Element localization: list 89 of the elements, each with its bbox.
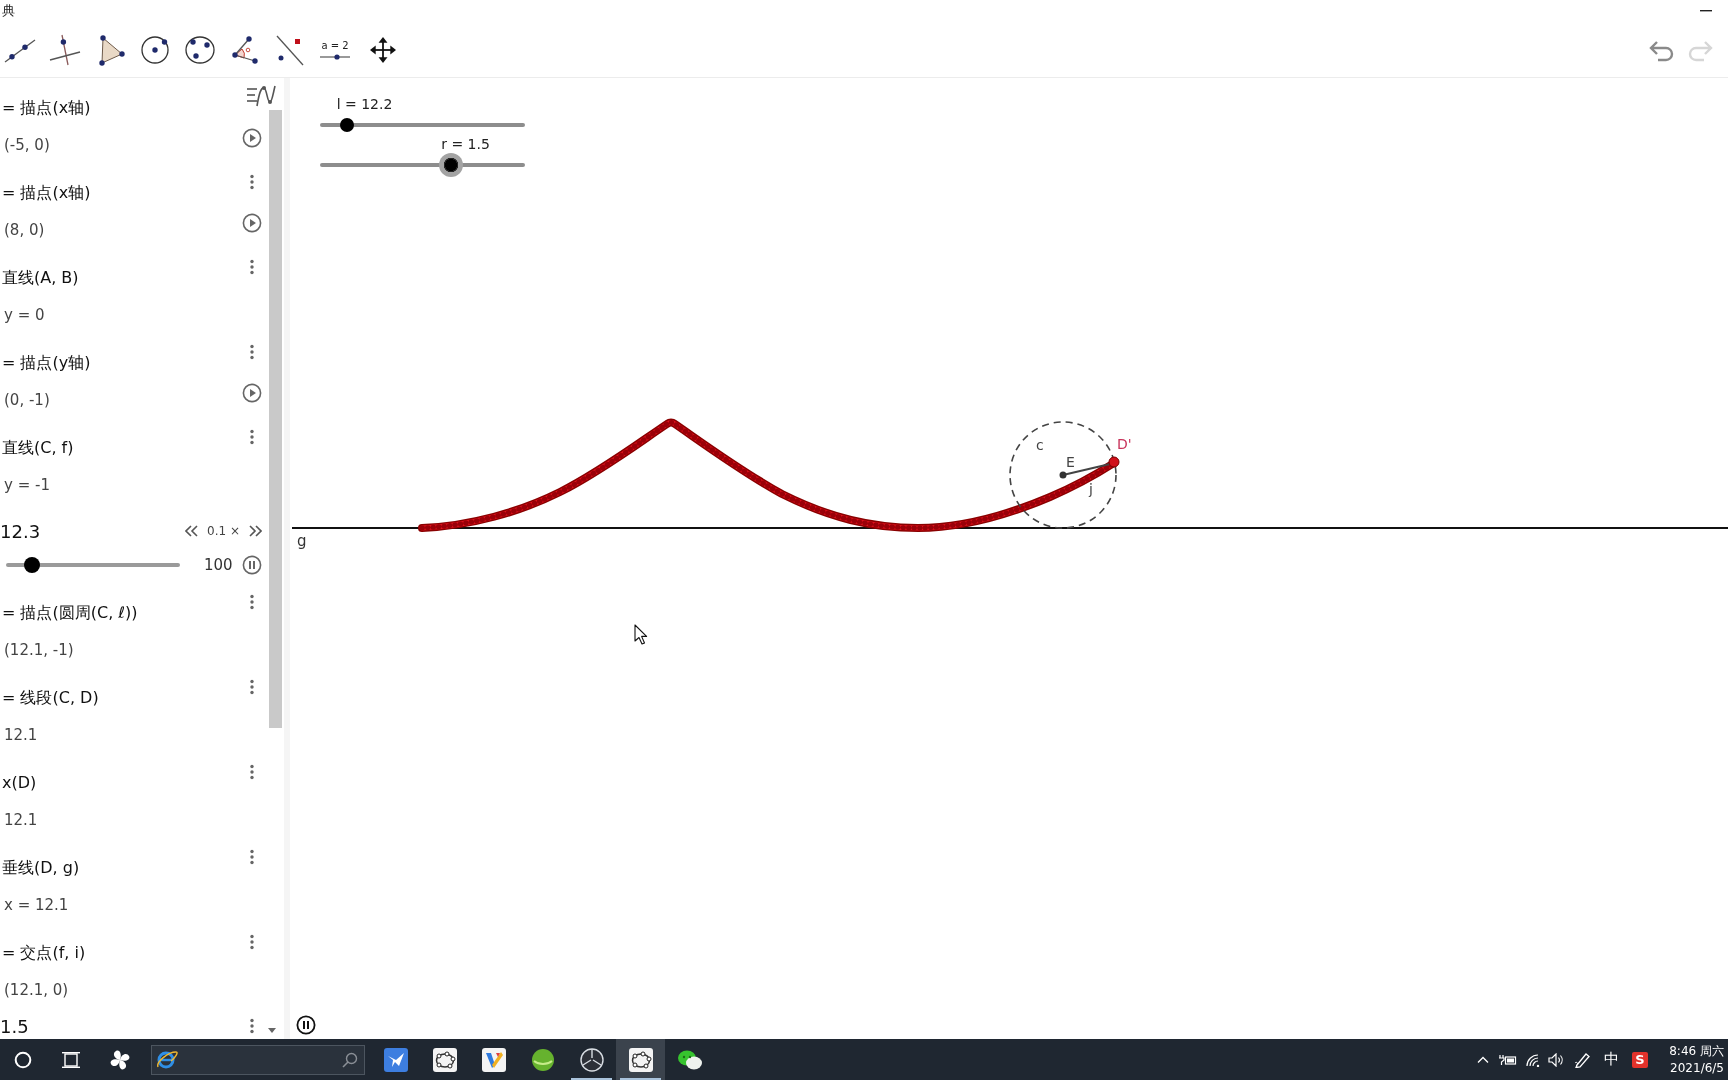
point-label: D' bbox=[1117, 436, 1132, 452]
more-options-icon[interactable] bbox=[249, 1018, 255, 1034]
slider-max-label: 100 bbox=[204, 556, 233, 574]
value-text: (0, -1) bbox=[3, 390, 51, 411]
chat-bubbles-icon bbox=[676, 1048, 703, 1071]
value-text: 12.1 bbox=[3, 725, 39, 746]
slider-value: 12.3 bbox=[0, 520, 41, 542]
definition-text: = 描点(x轴) bbox=[2, 97, 92, 119]
slider-icon bbox=[320, 53, 350, 60]
speaker-icon[interactable] bbox=[1548, 1052, 1564, 1067]
circle-label: c bbox=[1036, 437, 1044, 453]
sphere-icon bbox=[530, 1047, 555, 1072]
battery-icon[interactable] bbox=[1499, 1053, 1517, 1066]
play-icon[interactable] bbox=[242, 128, 262, 148]
pen-icon[interactable] bbox=[1574, 1051, 1592, 1068]
point-and-line-icon[interactable] bbox=[274, 33, 306, 66]
animation-speed-label[interactable]: 0.1 × bbox=[207, 524, 240, 538]
slider-label: r = 1.5 bbox=[441, 135, 490, 154]
move-arrows-icon[interactable] bbox=[370, 36, 396, 63]
slider-thumb[interactable] bbox=[339, 118, 354, 132]
more-options-icon[interactable] bbox=[249, 344, 255, 360]
value-text: (12.1, 0) bbox=[3, 980, 70, 1001]
point-label: E bbox=[1066, 454, 1075, 470]
lines-and-curve-icon[interactable] bbox=[246, 84, 276, 108]
value-text: 12.1 bbox=[3, 810, 39, 831]
value-text: (8, 0) bbox=[3, 220, 46, 241]
ring-icon[interactable] bbox=[14, 1050, 32, 1069]
three-spoke-circle-icon bbox=[579, 1047, 604, 1072]
mouse-pointer-icon bbox=[634, 624, 648, 645]
slider-tool-button[interactable]: a = 2 bbox=[319, 39, 351, 60]
definition-text: 直线(C, f) bbox=[2, 437, 75, 459]
play-icon[interactable] bbox=[242, 383, 262, 403]
perpendicular-lines-icon[interactable] bbox=[49, 33, 81, 66]
angle-icon[interactable] bbox=[229, 33, 261, 66]
more-options-icon[interactable] bbox=[249, 259, 255, 275]
scrollbar[interactable] bbox=[269, 110, 282, 728]
value-text: x = 12.1 bbox=[3, 895, 70, 916]
search-field[interactable] bbox=[151, 1044, 365, 1075]
definition-text: = 交点(f, i) bbox=[2, 942, 87, 964]
input-mode-label[interactable]: 中 bbox=[1603, 1050, 1619, 1069]
chevron-up-icon[interactable] bbox=[1477, 1056, 1489, 1063]
point-marker bbox=[1059, 471, 1067, 479]
line-label: g bbox=[297, 532, 307, 550]
bird-app-icon bbox=[383, 1047, 408, 1072]
segment-label: j bbox=[1089, 481, 1093, 497]
taskbar-app-button[interactable] bbox=[616, 1039, 665, 1080]
value-text: y = 0 bbox=[3, 305, 46, 326]
definition-text: = 描点(x轴) bbox=[2, 182, 92, 204]
more-options-icon[interactable] bbox=[249, 174, 255, 190]
wifi-icon[interactable] bbox=[1525, 1052, 1541, 1067]
app-tile-icon bbox=[481, 1047, 506, 1072]
ellipse-with-points-icon bbox=[628, 1047, 653, 1072]
value-text: (-5, 0) bbox=[3, 135, 51, 156]
value-text: y = -1 bbox=[3, 475, 51, 496]
point-marker bbox=[1108, 456, 1120, 468]
double-chevron-left-icon[interactable] bbox=[185, 525, 199, 537]
number-value: 1.5 bbox=[0, 1015, 30, 1037]
clock-date[interactable]: 2021/6/5 bbox=[1670, 1059, 1724, 1077]
slider-thumb[interactable] bbox=[24, 557, 41, 573]
definition-text: 垂线(D, g) bbox=[2, 857, 81, 879]
definition-text: = 描点(圆周(C, ℓ)) bbox=[2, 602, 139, 624]
search-icon[interactable] bbox=[342, 1051, 358, 1068]
definition-text: = 描点(y轴) bbox=[2, 352, 92, 374]
task-view-icon[interactable] bbox=[62, 1051, 80, 1068]
more-options-icon[interactable] bbox=[249, 934, 255, 950]
pause-icon[interactable] bbox=[296, 1015, 316, 1035]
more-options-icon[interactable] bbox=[249, 679, 255, 695]
double-chevron-right-icon[interactable] bbox=[249, 525, 262, 537]
more-options-icon[interactable] bbox=[249, 429, 255, 445]
window-title: 典 bbox=[2, 3, 15, 19]
circle-with-center-icon[interactable] bbox=[139, 33, 171, 66]
slider-label: l = 12.2 bbox=[336, 95, 393, 114]
slider-thumb[interactable] bbox=[439, 153, 464, 177]
pinwheel-icon[interactable] bbox=[109, 1048, 131, 1071]
circle-three-points-icon[interactable] bbox=[184, 33, 216, 66]
play-icon[interactable] bbox=[242, 213, 262, 233]
clock-time[interactable]: 8:46 周六 bbox=[1669, 1042, 1724, 1060]
more-options-icon[interactable] bbox=[249, 764, 255, 780]
value-text: (12.1, -1) bbox=[3, 640, 75, 661]
browser-icon[interactable] bbox=[156, 1049, 178, 1070]
definition-text: = 线段(C, D) bbox=[2, 687, 100, 709]
definition-text: x(D) bbox=[2, 772, 38, 794]
ellipse-with-points-icon bbox=[432, 1047, 457, 1072]
scroll-down-arrow-icon[interactable] bbox=[268, 1028, 276, 1033]
more-options-icon[interactable] bbox=[249, 849, 255, 865]
definition-text: 直线(A, B) bbox=[2, 267, 80, 289]
more-options-icon[interactable] bbox=[249, 594, 255, 610]
minimize-icon[interactable] bbox=[1700, 10, 1712, 12]
input-method-logo[interactable]: S bbox=[1632, 1051, 1648, 1068]
